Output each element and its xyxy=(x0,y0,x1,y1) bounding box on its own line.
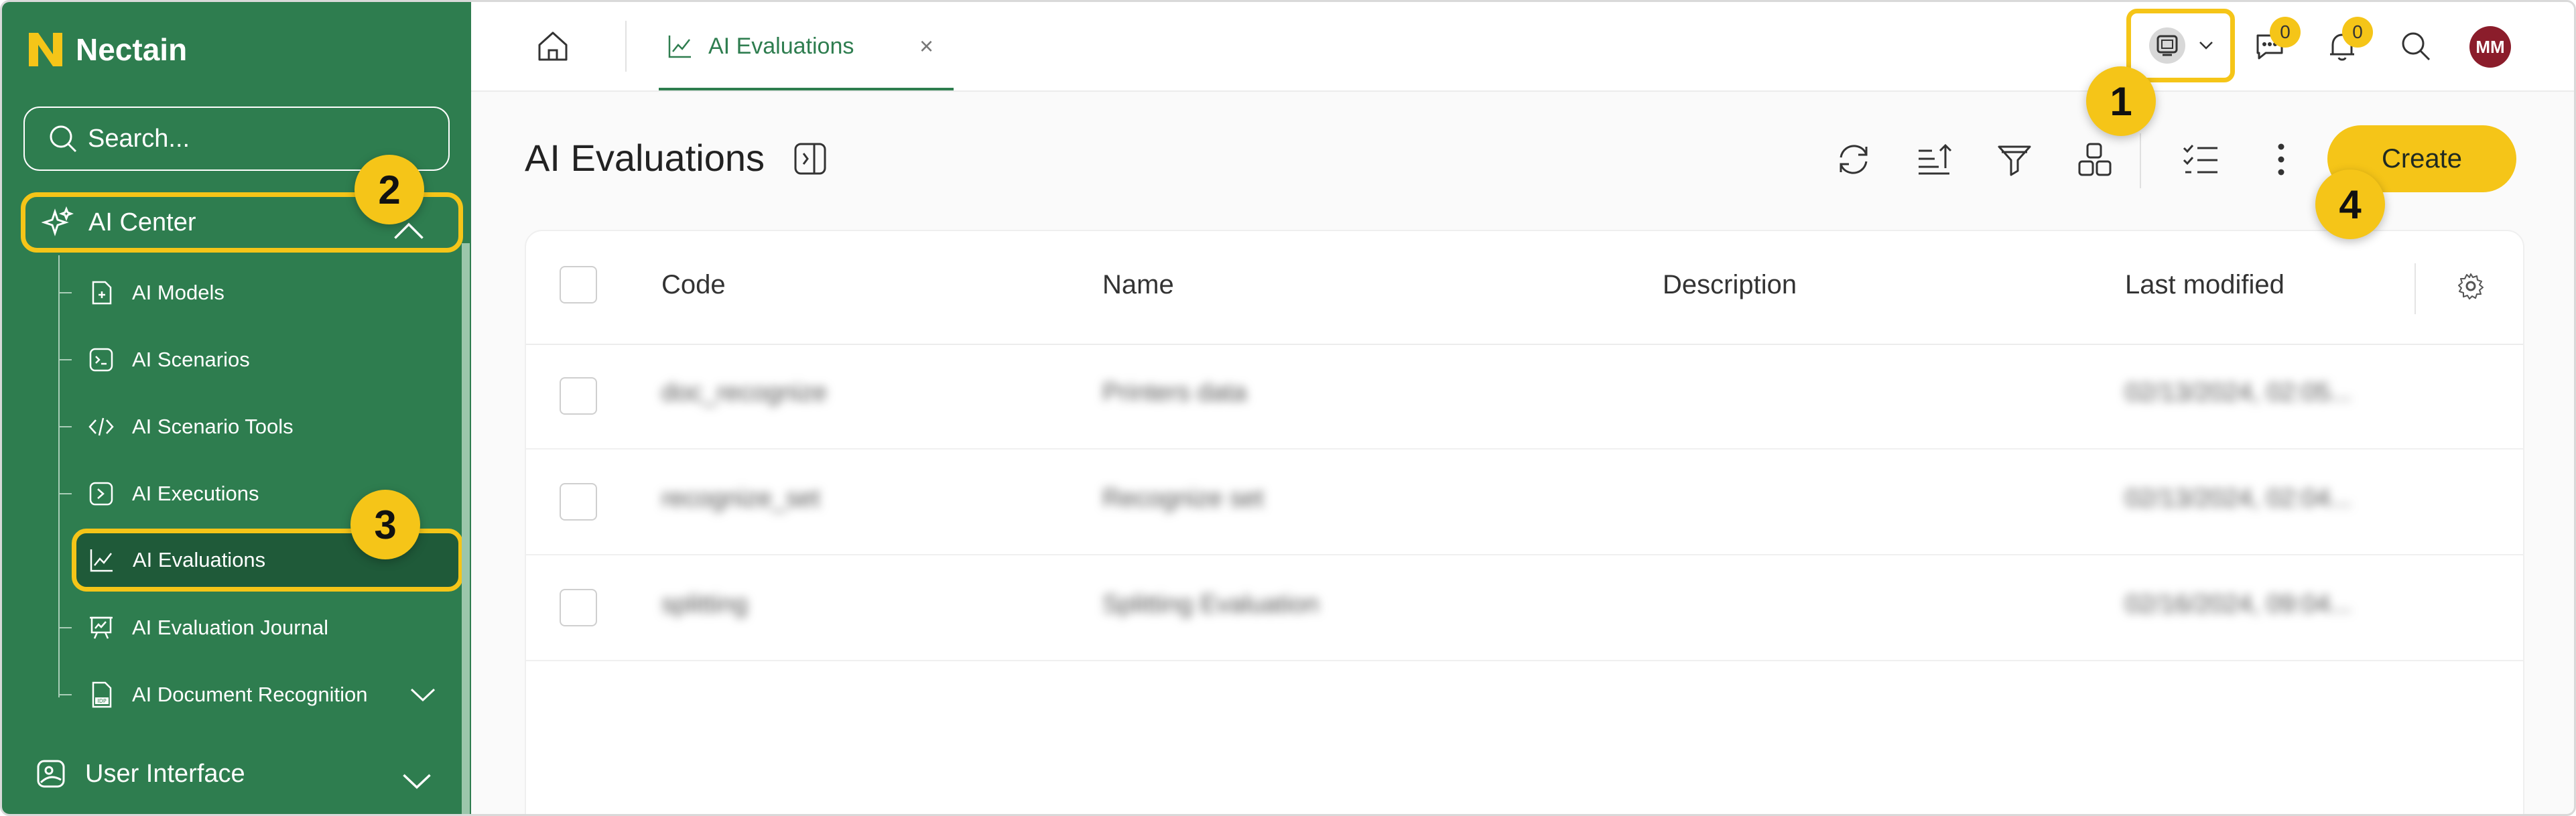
row-checkbox[interactable] xyxy=(560,483,597,521)
toolbar-divider xyxy=(2140,133,2141,188)
sidebar-item-user-interface[interactable]: User Interface xyxy=(36,746,451,802)
row-checkbox[interactable] xyxy=(560,377,597,415)
sidebar: Nectain Search... AI Center AI Models AI… xyxy=(2,2,471,814)
cell-name: Splitting Evaluation xyxy=(1102,590,1319,618)
environment-switcher[interactable] xyxy=(2126,9,2235,82)
group-icon[interactable] xyxy=(2075,140,2114,179)
top-bar: AI Evaluations × 0 0 MM xyxy=(471,2,2574,92)
chart-line-icon xyxy=(90,549,113,572)
column-header-name[interactable]: Name xyxy=(1102,270,1174,300)
chevron-down-icon[interactable] xyxy=(409,681,436,708)
cell-code: recognize_set xyxy=(661,484,820,513)
messages-count-badge: 0 xyxy=(2270,17,2301,48)
search-icon xyxy=(50,125,77,153)
sidebar-item-label: AI Evaluations xyxy=(133,548,266,571)
tab-active-indicator xyxy=(659,88,954,90)
table-header: Code Name Description Last modified xyxy=(526,231,2523,345)
row-checkbox[interactable] xyxy=(560,589,597,626)
page-title: AI Evaluations xyxy=(525,137,765,179)
svg-text:IDP: IDP xyxy=(97,698,107,704)
idp-document-icon: IDP xyxy=(92,681,112,708)
table-row[interactable]: doc_recognize Printers data 02/13/2024, … xyxy=(526,344,2523,450)
cell-code: doc_recognize xyxy=(661,379,828,407)
sidebar-item-label: AI Executions xyxy=(132,482,259,505)
search-placeholder: Search... xyxy=(88,124,190,153)
image-icon xyxy=(37,760,65,788)
app-name: Nectain xyxy=(76,32,188,67)
avatar[interactable]: MM xyxy=(2469,26,2511,68)
sidebar-item-ai-scenario-tools[interactable]: AI Scenario Tools xyxy=(58,396,460,458)
gear-icon[interactable] xyxy=(2456,271,2486,301)
step-marker-4: 4 xyxy=(2315,169,2385,239)
chevron-down-icon[interactable] xyxy=(401,766,432,797)
cell-last-modified: 02/13/2024, 02:04... xyxy=(2125,484,2352,513)
step-marker-1: 1 xyxy=(2086,66,2156,136)
sidebar-item-label: AI Center xyxy=(88,208,196,236)
cell-code: splitting xyxy=(661,590,748,618)
sidebar-item-label: AI Scenario Tools xyxy=(132,415,294,438)
sidebar-item-ai-models[interactable]: AI Models xyxy=(58,262,460,324)
more-vertical-icon[interactable] xyxy=(2262,140,2301,179)
code-icon xyxy=(88,417,114,436)
column-header-code[interactable]: Code xyxy=(661,270,726,300)
step-marker-3: 3 xyxy=(350,490,420,559)
table-row[interactable]: recognize_set Recognize set 02/13/2024, … xyxy=(526,450,2523,555)
chevron-down-icon xyxy=(2199,42,2213,50)
search-icon[interactable] xyxy=(2398,29,2433,64)
sidebar-item-label: AI Document Recognition xyxy=(132,683,368,706)
sidebar-item-label: AI Evaluation Journal xyxy=(132,616,328,639)
sidebar-item-ai-document-recognition[interactable]: IDP AI Document Recognition xyxy=(58,664,460,726)
panel-toggle-icon[interactable] xyxy=(793,141,828,176)
checklist-icon[interactable] xyxy=(2181,140,2220,179)
column-header-last-modified[interactable]: Last modified xyxy=(2125,270,2284,300)
data-table: Code Name Description Last modified doc_… xyxy=(525,230,2524,814)
refresh-icon[interactable] xyxy=(1834,140,1873,179)
cell-name: Recognize set xyxy=(1102,484,1264,513)
sort-icon[interactable] xyxy=(1915,140,1953,179)
home-icon[interactable] xyxy=(535,29,570,64)
presentation-icon xyxy=(90,616,113,639)
sidebar-item-label: AI Scenarios xyxy=(132,348,250,371)
select-all-checkbox[interactable] xyxy=(560,266,597,303)
document-plus-icon xyxy=(92,281,112,305)
step-marker-2: 2 xyxy=(355,155,424,224)
tab-label: AI Evaluations xyxy=(708,33,854,59)
cell-name: Printers data xyxy=(1102,379,1247,407)
logo[interactable]: Nectain xyxy=(25,26,187,73)
tab-close-icon[interactable]: × xyxy=(919,32,933,60)
header-divider xyxy=(2414,263,2416,314)
sidebar-item-label: User Interface xyxy=(85,759,245,788)
sparkle-icon xyxy=(42,206,74,236)
notifications-count-badge: 0 xyxy=(2342,17,2373,48)
terminal-icon xyxy=(89,348,113,372)
tab-ai-evaluations[interactable]: AI Evaluations × xyxy=(659,2,954,90)
column-header-description[interactable]: Description xyxy=(1663,270,1797,300)
table-row[interactable]: splitting Splitting Evaluation 02/16/202… xyxy=(526,555,2523,661)
filter-icon[interactable] xyxy=(1995,140,2034,179)
app-window: Nectain Search... AI Center AI Models AI… xyxy=(0,0,2576,816)
sidebar-item-label: AI Models xyxy=(132,281,224,304)
sidebar-item-ai-evaluation-journal[interactable]: AI Evaluation Journal xyxy=(58,597,460,659)
sidebar-item-ai-scenarios[interactable]: AI Scenarios xyxy=(58,329,460,391)
execute-icon xyxy=(89,482,113,506)
cell-last-modified: 02/16/2024, 09:04... xyxy=(2125,590,2352,618)
workspace-icon xyxy=(2149,27,2185,64)
logo-icon xyxy=(29,33,62,66)
cell-last-modified: 02/13/2024, 02:05... xyxy=(2125,379,2352,407)
sidebar-scrollbar[interactable] xyxy=(462,243,470,814)
chart-line-icon xyxy=(668,36,691,58)
tab-divider xyxy=(625,21,627,72)
